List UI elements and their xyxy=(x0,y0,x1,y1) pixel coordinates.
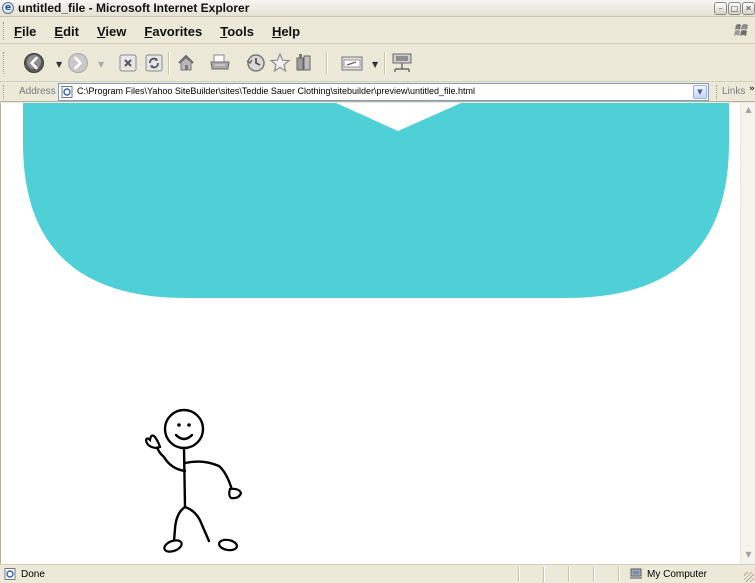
toolbar-separator xyxy=(168,52,169,74)
security-zone: My Computer xyxy=(647,569,708,580)
links-button[interactable]: Links xyxy=(722,86,745,97)
status-bar: Done My Computer xyxy=(0,564,755,583)
status-divider xyxy=(518,567,519,582)
toolbar-separator xyxy=(384,52,385,74)
status-divider xyxy=(568,567,569,582)
menu-help[interactable]: Help xyxy=(270,24,302,39)
resize-grip[interactable] xyxy=(744,572,754,582)
watermark-shape xyxy=(23,103,729,298)
menu-favorites[interactable]: Favorites xyxy=(142,24,204,39)
address-dropdown-icon[interactable]: ▼ xyxy=(693,85,707,99)
menu-view[interactable]: View xyxy=(95,24,128,39)
menu-grip[interactable] xyxy=(3,22,6,40)
status-text: Done xyxy=(21,569,45,580)
forward-button[interactable] xyxy=(66,52,90,74)
research-icon xyxy=(296,54,311,71)
address-grip[interactable] xyxy=(3,85,6,99)
research-button[interactable] xyxy=(292,52,316,74)
back-button[interactable] xyxy=(22,52,46,74)
status-divider xyxy=(543,567,544,582)
edit-icon xyxy=(341,56,363,71)
vertical-scrollbar[interactable]: ▲ ▼ xyxy=(740,103,755,564)
menu-edit[interactable]: Edit xyxy=(52,24,81,39)
home-icon xyxy=(178,54,194,71)
menu-file[interactable]: File xyxy=(12,24,38,39)
title-bar[interactable]: e untitled_file - Microsoft Internet Exp… xyxy=(0,0,755,17)
history-button[interactable] xyxy=(244,52,268,74)
ie-page-icon: e xyxy=(2,2,14,14)
address-bar: Address C:\Program Files\Yahoo SiteBuild… xyxy=(0,82,755,102)
scroll-up-icon[interactable]: ▲ xyxy=(743,105,754,117)
window-title: untitled_file - Microsoft Internet Explo… xyxy=(18,1,250,15)
address-label: Address xyxy=(19,86,56,97)
links-chevron-icon[interactable]: » xyxy=(749,84,755,94)
address-input[interactable]: C:\Program Files\Yahoo SiteBuilder\sites… xyxy=(58,83,709,101)
print-button[interactable] xyxy=(208,52,232,74)
stop-icon xyxy=(119,54,137,72)
favorites-button[interactable] xyxy=(268,52,292,74)
toolbar-separator xyxy=(326,52,327,74)
windows-flag-icon xyxy=(731,21,753,41)
menu-tools[interactable]: Tools xyxy=(218,24,256,39)
standard-toolbar: ▼ ▼ ▼ xyxy=(0,44,755,82)
edit-dropdown-icon[interactable]: ▼ xyxy=(372,60,378,69)
status-divider xyxy=(618,567,619,582)
scroll-down-icon[interactable]: ▼ xyxy=(743,550,754,562)
back-icon xyxy=(24,53,44,73)
page-content: ▲ ▼ xyxy=(0,103,755,564)
toolbar-grip[interactable] xyxy=(3,52,6,74)
status-divider xyxy=(593,567,594,582)
forward-icon xyxy=(68,53,88,73)
menu-items: File Edit View Favorites Tools Help xyxy=(12,24,302,39)
stop-button[interactable] xyxy=(116,52,140,74)
favorites-star-icon xyxy=(269,52,291,73)
print-icon xyxy=(210,54,230,70)
home-button[interactable] xyxy=(174,52,198,74)
forward-dropdown-icon[interactable]: ▼ xyxy=(98,60,104,69)
links-separator xyxy=(716,85,719,99)
stick-figure-image xyxy=(144,408,243,553)
page-icon xyxy=(61,86,73,98)
address-url[interactable]: C:\Program Files\Yahoo SiteBuilder\sites… xyxy=(77,86,475,96)
edit-button[interactable] xyxy=(340,52,364,74)
page-done-icon xyxy=(4,568,16,580)
network-icon xyxy=(392,53,412,72)
network-button[interactable] xyxy=(390,52,414,74)
restore-button[interactable]: □ xyxy=(728,2,741,15)
refresh-button[interactable] xyxy=(142,52,166,74)
history-icon xyxy=(246,54,265,72)
minimize-button[interactable]: – xyxy=(714,2,727,15)
close-button[interactable]: ✕ xyxy=(742,2,755,15)
back-dropdown-icon[interactable]: ▼ xyxy=(56,60,62,69)
menu-bar: File Edit View Favorites Tools Help xyxy=(0,18,755,44)
window-controls: – □ ✕ xyxy=(714,2,755,15)
refresh-icon xyxy=(145,54,163,72)
my-computer-icon xyxy=(630,568,642,579)
